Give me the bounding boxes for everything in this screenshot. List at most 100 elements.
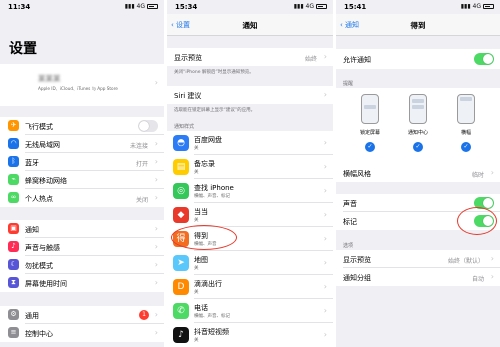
row-label: Siri 建议: [174, 92, 202, 100]
app-name: 百度网盘: [194, 136, 222, 144]
app-row-phone[interactable]: ✆ 电话 横幅、声音、标记 ›: [167, 299, 333, 323]
row-notifications[interactable]: ▣ 通知 ›: [0, 220, 164, 238]
sound-icon: ♪: [8, 241, 19, 252]
chevron-right-icon: ›: [490, 254, 494, 263]
app-row-douyin[interactable]: ♪ 抖音短视频 关 ›: [167, 323, 333, 347]
app-status: 关: [194, 218, 199, 223]
app-name: 地图: [194, 256, 208, 264]
status-time: 15:41: [344, 3, 367, 11]
row-label: 显示预览: [343, 256, 371, 264]
row-label: 个人热点: [25, 195, 53, 203]
notifications-icon: ▣: [8, 223, 19, 234]
row-dnd[interactable]: ☾ 勿扰模式 ›: [0, 256, 164, 274]
battery-icon: [316, 4, 327, 9]
checkmark-icon: ✓: [461, 142, 471, 152]
status-bar: 15:34 ▮▮▮ 4G: [167, 0, 333, 14]
app-name: 滴滴出行: [194, 280, 222, 288]
app-row-baidu[interactable]: ◓ 百度网盘 关 ›: [167, 131, 333, 155]
page-title: 通知: [242, 21, 258, 30]
app-row-notes[interactable]: ▤ 备忘录 关 ›: [167, 155, 333, 179]
banner-preview-icon: [457, 94, 475, 124]
row-label: 通知分组: [343, 274, 371, 282]
battery-icon: [147, 4, 158, 9]
notifications-screen: 15:34 ▮▮▮ 4G ‹ 设置 通知 显示预览 始终 › 关闭“iPhone…: [167, 0, 333, 347]
row-airplane[interactable]: ✈ 飞行模式: [0, 117, 164, 135]
row-bluetooth[interactable]: ᛒ 蓝牙 打开 ›: [0, 153, 164, 171]
row-screen-time[interactable]: ⧗ 屏幕使用时间 ›: [0, 274, 164, 292]
notification-center-preview-icon: [409, 94, 427, 124]
row-control-center[interactable]: ≡ 控制中心 ›: [0, 324, 164, 342]
page-title: 设置: [9, 41, 37, 57]
chevron-right-icon: ›: [154, 157, 158, 166]
row-value: 关闭: [135, 197, 148, 204]
app-row-maps[interactable]: ➤ 地图 关 ›: [167, 251, 333, 275]
siri-note: 选取能在锁定屏幕上显示“建议”的应用。: [174, 108, 256, 113]
app-name: 备忘录: [194, 160, 215, 168]
highlight-circle: [171, 225, 237, 250]
row-allow-notifications[interactable]: 允许通知: [336, 49, 500, 69]
chevron-right-icon: ›: [323, 52, 327, 61]
maps-icon: ➤: [173, 255, 189, 271]
app-row-find-iphone[interactable]: ◎ 查找 iPhone 横幅、声音、标记 ›: [167, 179, 333, 203]
app-name: 抖音短视频: [194, 328, 229, 336]
app-row-didi[interactable]: D 滴滴出行 关 ›: [167, 275, 333, 299]
chevron-right-icon: ›: [154, 242, 158, 251]
row-banner-style[interactable]: 横幅风格 临时 ›: [336, 164, 500, 182]
alert-option-label: 通知中心: [407, 130, 428, 136]
wifi-icon: ◠: [8, 138, 19, 149]
chevron-right-icon: ›: [323, 186, 327, 195]
row-show-previews[interactable]: 显示预览 始终 ›: [167, 48, 333, 66]
app-status: 关: [194, 170, 199, 175]
chevron-right-icon: ›: [154, 139, 158, 148]
highlight-circle: [457, 207, 497, 235]
status-bar: 15:41 ▮▮▮ 4G: [336, 0, 500, 14]
signal-icon: ▮▮▮ 4G: [294, 3, 327, 10]
update-badge: 1: [139, 310, 149, 320]
chevron-right-icon: ›: [323, 330, 327, 339]
phone-icon: ✆: [173, 303, 189, 319]
row-sounds[interactable]: ♪ 声音与触感 ›: [0, 238, 164, 256]
app-name: 当当: [194, 208, 208, 216]
row-label: 飞行模式: [25, 123, 53, 131]
section-header: 提醒: [343, 81, 354, 87]
hotspot-icon: ∞: [8, 192, 19, 203]
row-notification-grouping[interactable]: 通知分组 自动 ›: [336, 268, 500, 286]
nav-bar: ‹ 通知 得到: [336, 14, 500, 36]
moon-icon: ☾: [8, 259, 19, 270]
row-label: 通用: [25, 312, 39, 320]
alert-option-banner[interactable]: 横幅 ✓: [444, 94, 488, 160]
control-center-icon: ≡: [8, 327, 19, 338]
chevron-right-icon: ›: [323, 162, 327, 171]
row-label: 无线局域网: [25, 141, 60, 149]
row-value: 临时: [471, 172, 484, 179]
nav-bar: ‹ 设置 通知: [167, 14, 333, 36]
chevron-right-icon: ›: [323, 234, 327, 243]
row-cellular[interactable]: ⌁ 蜂窝移动网络 ›: [0, 171, 164, 189]
bluetooth-icon: ᛒ: [8, 156, 19, 167]
row-label: 显示预览: [174, 54, 202, 62]
checkmark-icon: ✓: [413, 142, 423, 152]
allow-notifications-toggle[interactable]: [474, 53, 494, 65]
didi-icon: D: [173, 279, 189, 295]
apple-id-row[interactable]: 某某某 Apple ID、iCloud、iTunes 与 App Store ›: [0, 64, 164, 160]
airplane-toggle[interactable]: [138, 120, 158, 132]
row-wifi[interactable]: ◠ 无线局域网 未连接 ›: [0, 135, 164, 153]
app-row-dangdang[interactable]: ◆ 当当 关 ›: [167, 203, 333, 227]
app-name: 电话: [194, 304, 208, 312]
row-hotspot[interactable]: ∞ 个人热点 关闭 ›: [0, 189, 164, 207]
row-general[interactable]: ⚙ 通用 1 ›: [0, 306, 164, 324]
battery-icon: [483, 4, 494, 9]
alert-option-notification-center[interactable]: 通知中心 ✓: [396, 94, 440, 160]
notes-icon: ▤: [173, 159, 189, 175]
app-status: 横幅、声音、标记: [194, 194, 230, 199]
row-show-previews[interactable]: 显示预览 始终（默认） ›: [336, 250, 500, 268]
network-label: 4G: [136, 3, 145, 10]
chevron-right-icon: ›: [154, 278, 158, 287]
chevron-right-icon: ›: [323, 306, 327, 315]
app-status: 横幅、声音、标记: [194, 314, 230, 319]
alert-option-lock-screen[interactable]: 锁定屏幕 ✓: [348, 94, 392, 160]
row-siri-suggestions[interactable]: Siri 建议 ›: [167, 86, 333, 104]
alert-option-label: 锁定屏幕: [359, 130, 380, 136]
network-label: 4G: [305, 3, 314, 10]
row-label: 控制中心: [25, 330, 53, 338]
